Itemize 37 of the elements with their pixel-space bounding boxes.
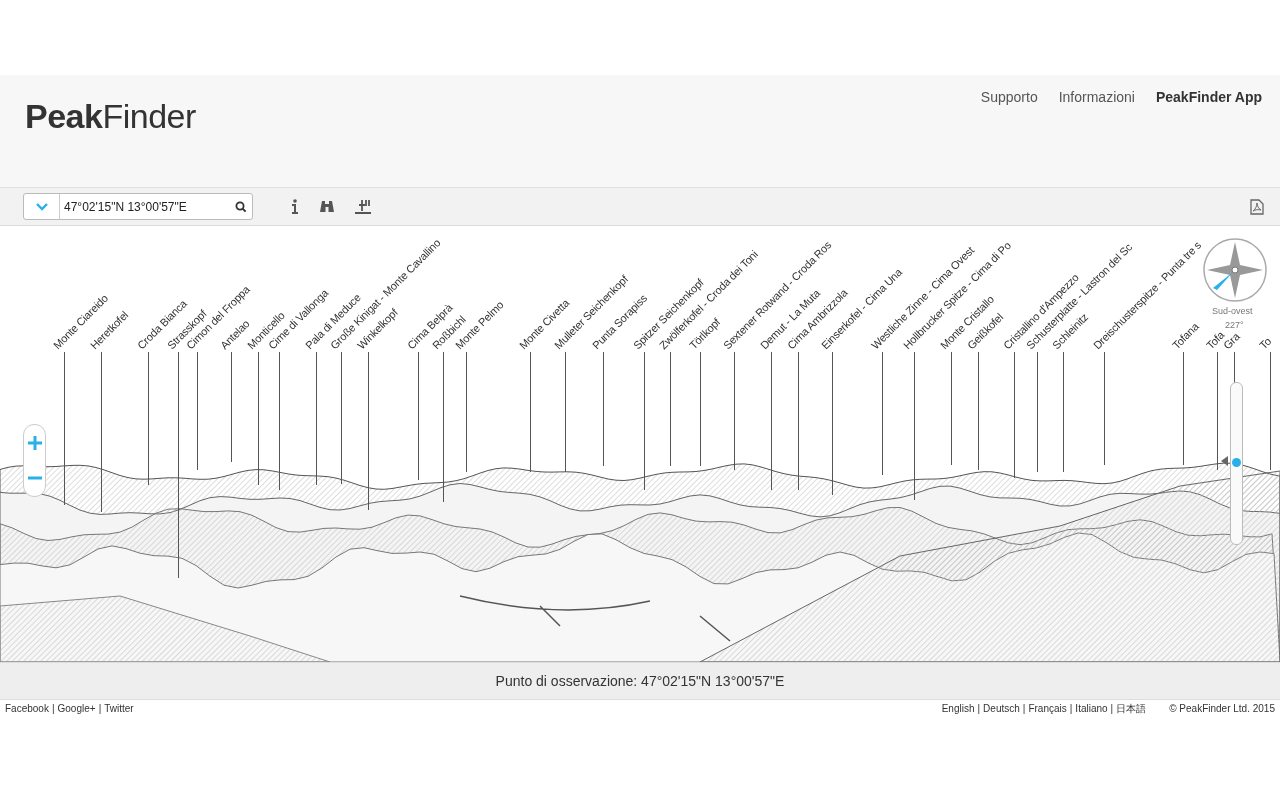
language-link[interactable]: 日本語 [1116, 701, 1147, 716]
chevron-down-icon [35, 202, 48, 211]
nav-link[interactable]: PeakFinder App [1155, 89, 1262, 105]
language-link[interactable]: English [941, 703, 975, 714]
separator: | [1110, 703, 1114, 714]
logo[interactable]: PeakFinder [25, 97, 196, 136]
language-link[interactable]: Deutsch [983, 703, 1020, 714]
language-link[interactable]: Français [1028, 703, 1067, 714]
observation-point: Punto di osservazione: 47°02'15"N 13°00'57"E [495, 673, 785, 689]
compass[interactable] [1203, 238, 1267, 302]
compass-rose-icon [1203, 238, 1267, 302]
person-flag-icon[interactable] [355, 199, 371, 214]
separator: | [1022, 703, 1026, 714]
search-icon[interactable] [235, 200, 247, 213]
zoom-in-icon[interactable] [26, 434, 43, 451]
binoculars-icon[interactable] [320, 200, 334, 213]
compass-degrees: 227° [1225, 320, 1244, 330]
pdf-icon[interactable] [1250, 198, 1264, 215]
copyright: © PeakFinder Ltd. 2015 [1169, 703, 1275, 714]
info-icon[interactable] [291, 199, 299, 214]
separator: | [51, 703, 55, 714]
separator: | [977, 703, 981, 714]
peak-label[interactable]: To [1256, 334, 1274, 352]
pointer-icon [1221, 456, 1228, 466]
nav-link[interactable]: Informazioni [1058, 89, 1135, 105]
social-link[interactable]: Facebook [5, 703, 49, 714]
social-link[interactable]: Google+ [57, 703, 96, 714]
nav-link[interactable]: Supporto [980, 89, 1038, 105]
separator: | [1069, 703, 1073, 714]
separator: | [98, 703, 102, 714]
social-link[interactable]: Twitter [104, 703, 134, 714]
slider-thumb[interactable] [1232, 457, 1241, 467]
location-field[interactable]: 47°02'15"N 13°00'57"E [23, 193, 253, 220]
compass-direction: Sud-ovest [1212, 306, 1253, 316]
location-input[interactable]: 47°02'15"N 13°00'57"E [60, 199, 233, 214]
zoom-slider[interactable] [1230, 382, 1243, 545]
language-link[interactable]: Italiano [1075, 703, 1108, 714]
